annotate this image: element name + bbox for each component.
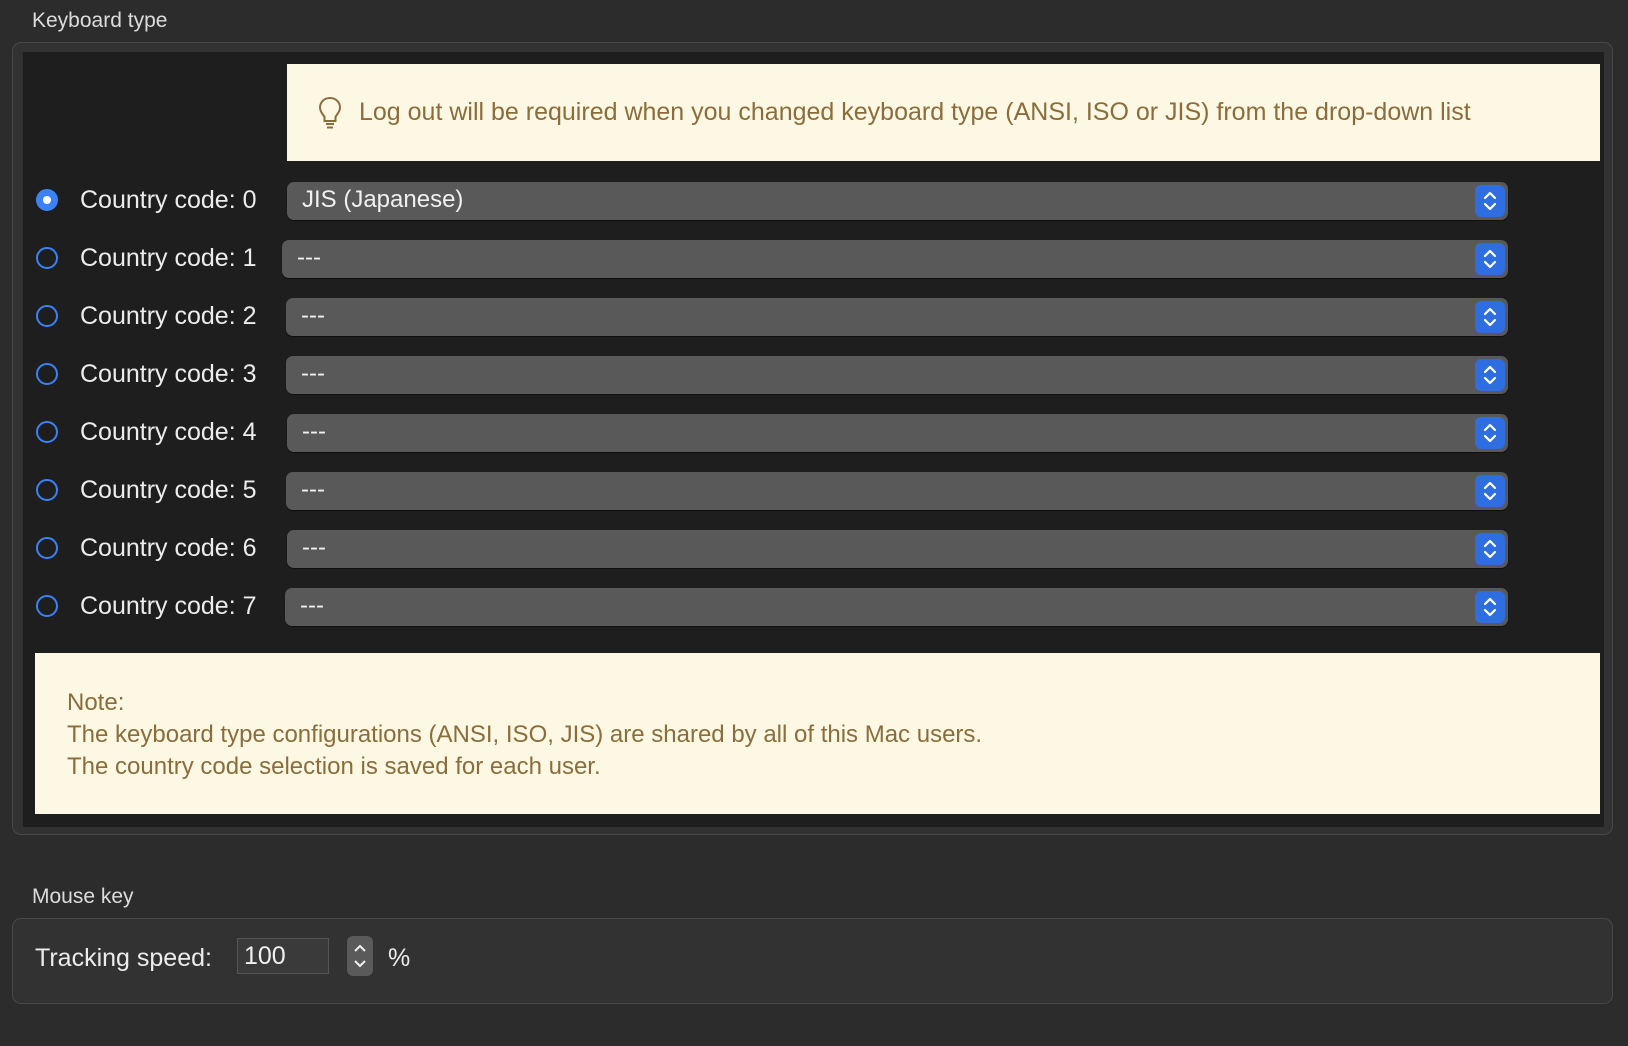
lightbulb-icon (318, 96, 342, 128)
popup-chevron-button[interactable] (1475, 243, 1505, 275)
country-code-label: Country code: 3 (80, 360, 257, 388)
keyboard-type-popup[interactable]: --- (286, 298, 1508, 336)
keyboard-type-panel: Log out will be required when you change… (23, 52, 1604, 827)
up-down-chevron-icon (1483, 539, 1497, 559)
popup-chevron-button[interactable] (1475, 417, 1505, 449)
popup-chevron-button[interactable] (1475, 533, 1505, 565)
tracking-speed-label: Tracking speed: (35, 944, 212, 972)
popup-chevron-button[interactable] (1475, 185, 1505, 217)
up-down-chevron-icon (1483, 307, 1497, 327)
up-down-chevron-icon (1483, 365, 1497, 385)
tracking-speed-unit: % (388, 944, 411, 972)
keyboard-type-popup[interactable]: --- (287, 414, 1508, 452)
country-code-radio[interactable] (36, 305, 58, 327)
popup-chevron-button[interactable] (1475, 301, 1505, 333)
keyboard-type-popup[interactable]: --- (286, 472, 1508, 510)
country-code-row: Country code: 7 --- (23, 588, 1604, 628)
country-code-label: Country code: 6 (80, 534, 257, 562)
country-code-radio[interactable] (36, 363, 58, 385)
keyboard-type-popup-value: --- (301, 360, 325, 387)
country-code-radio[interactable] (36, 479, 58, 501)
country-code-row: Country code: 1 --- (23, 240, 1604, 280)
keyboard-type-popup[interactable]: --- (282, 240, 1508, 278)
country-code-label: Country code: 2 (80, 302, 257, 330)
up-down-chevron-icon (1483, 423, 1497, 443)
country-code-label: Country code: 4 (80, 418, 257, 446)
country-code-radio[interactable] (36, 537, 58, 559)
up-down-chevron-icon (1483, 191, 1497, 211)
country-code-radio[interactable] (36, 247, 58, 269)
mouse-key-section-title: Mouse key (32, 885, 134, 908)
stepper-arrows-icon (354, 944, 366, 968)
country-code-radio[interactable] (36, 595, 58, 617)
keyboard-type-popup[interactable]: --- (287, 530, 1508, 568)
up-down-chevron-icon (1483, 249, 1497, 269)
keyboard-type-popup-value: --- (301, 476, 325, 503)
tracking-speed-stepper[interactable] (347, 936, 373, 976)
country-code-radio[interactable] (36, 189, 58, 211)
keyboard-type-popup[interactable]: JIS (Japanese) (287, 182, 1508, 220)
country-code-radio[interactable] (36, 421, 58, 443)
note-line-per-user: The country code selection is saved for … (67, 753, 601, 780)
logout-tip-text: Log out will be required when you change… (359, 98, 1471, 126)
keyboard-type-popup-value: --- (302, 534, 326, 561)
keyboard-type-popup-value: JIS (Japanese) (302, 186, 464, 213)
keyboard-type-popup-value: --- (300, 592, 324, 619)
keyboard-type-section-title: Keyboard type (32, 9, 168, 32)
country-code-row: Country code: 6 --- (23, 530, 1604, 570)
keyboard-type-popup[interactable]: --- (286, 356, 1508, 394)
popup-chevron-button[interactable] (1475, 591, 1505, 623)
note-line-shared: The keyboard type configurations (ANSI, … (67, 721, 983, 748)
keyboard-type-group: Log out will be required when you change… (12, 42, 1613, 835)
country-code-row: Country code: 5 --- (23, 472, 1604, 512)
tracking-speed-input[interactable] (237, 938, 329, 974)
up-down-chevron-icon (1483, 597, 1497, 617)
country-code-label: Country code: 0 (80, 186, 257, 214)
note-heading: Note: (67, 689, 125, 716)
country-code-row: Country code: 0 JIS (Japanese) (23, 182, 1604, 222)
mouse-key-group: Tracking speed: % (12, 918, 1613, 1004)
country-code-label: Country code: 7 (80, 592, 257, 620)
keyboard-type-popup-value: --- (301, 302, 325, 329)
up-down-chevron-icon (1483, 481, 1497, 501)
keyboard-type-popup-value: --- (302, 418, 326, 445)
country-code-row: Country code: 4 --- (23, 414, 1604, 454)
popup-chevron-button[interactable] (1475, 359, 1505, 391)
note-banner: Note: The keyboard type configurations (… (35, 653, 1600, 814)
keyboard-type-popup[interactable]: --- (285, 588, 1508, 626)
keyboard-type-popup-value: --- (297, 244, 321, 271)
country-code-label: Country code: 1 (80, 244, 257, 272)
country-code-label: Country code: 5 (80, 476, 257, 504)
popup-chevron-button[interactable] (1475, 475, 1505, 507)
country-code-row: Country code: 2 --- (23, 298, 1604, 338)
country-code-row: Country code: 3 --- (23, 356, 1604, 396)
logout-tip-banner: Log out will be required when you change… (287, 64, 1600, 161)
